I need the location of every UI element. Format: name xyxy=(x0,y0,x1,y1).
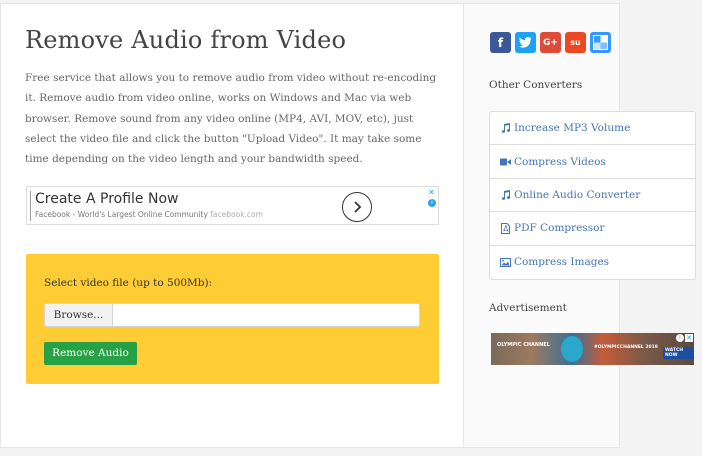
banner-hashtag: #OLYMPICCHANNEL 2018 xyxy=(594,345,658,350)
converter-link-online-audio-converter[interactable]: Online Audio Converter xyxy=(490,179,695,213)
delicious-icon[interactable] xyxy=(590,32,611,53)
converter-label: Online Audio Converter xyxy=(514,188,641,201)
banner-cta[interactable]: WATCH NOW xyxy=(663,347,694,359)
ad-headline[interactable]: Create A Profile Now xyxy=(35,191,178,207)
banner-ad[interactable]: OLYMPIC CHANNEL #OLYMPICCHANNEL 2018 WAT… xyxy=(491,333,694,365)
ad-close-icon[interactable]: ✕ xyxy=(427,188,436,197)
upload-panel: Select video file (up to 500Mb): Browse.… xyxy=(26,254,439,384)
music-icon xyxy=(500,189,511,200)
page-title: Remove Audio from Video xyxy=(25,26,347,54)
banner-brand: OLYMPIC CHANNEL xyxy=(497,342,550,348)
ad-divider xyxy=(30,191,31,221)
browse-button[interactable]: Browse... xyxy=(45,304,113,326)
social-share-bar: f G+ su xyxy=(490,32,615,53)
converter-label: Compress Images xyxy=(514,256,610,269)
converters-list: Increase MP3 Volume Compress Videos Onli… xyxy=(489,111,696,280)
ad-info-icon[interactable]: i xyxy=(428,199,436,207)
ad-arrow-button[interactable] xyxy=(342,192,372,222)
banner-info-icon[interactable]: i xyxy=(676,334,684,342)
converter-link-compress-videos[interactable]: Compress Videos xyxy=(490,145,695,179)
twitter-bird-glyph xyxy=(519,37,532,48)
google-plus-icon[interactable]: G+ xyxy=(540,32,561,53)
ad-domain: facebook.com xyxy=(210,210,263,219)
converter-label: PDF Compressor xyxy=(514,222,605,235)
music-icon xyxy=(500,123,511,134)
converter-link-pdf-compressor[interactable]: PDF Compressor xyxy=(490,212,695,246)
text-ad[interactable]: Create A Profile Now Facebook - World's … xyxy=(26,186,439,225)
stumbleupon-icon[interactable]: su xyxy=(565,32,586,53)
delicious-squares-glyph xyxy=(593,35,608,50)
video-icon xyxy=(500,156,511,167)
upload-label: Select video file (up to 500Mb): xyxy=(44,277,213,289)
advertisement-heading: Advertisement xyxy=(489,302,567,314)
remove-audio-button[interactable]: Remove Audio xyxy=(44,342,137,365)
image-icon xyxy=(500,257,511,268)
converter-label: Compress Videos xyxy=(514,155,606,168)
file-input[interactable]: Browse... xyxy=(44,303,420,327)
banner-close-icon[interactable]: ✕ xyxy=(685,334,693,342)
banner-badge xyxy=(561,336,583,362)
ad-subtitle: Facebook - World's Largest Online Commun… xyxy=(35,210,263,219)
other-converters-heading: Other Converters xyxy=(489,79,583,91)
chevron-right-icon xyxy=(354,201,362,213)
twitter-icon[interactable] xyxy=(515,32,536,53)
converter-label: Increase MP3 Volume xyxy=(514,122,631,135)
file-pdf-icon xyxy=(500,222,511,234)
converter-link-increase-mp3-volume[interactable]: Increase MP3 Volume xyxy=(490,112,695,146)
ad-sub-text: Facebook - World's Largest Online Commun… xyxy=(35,210,208,219)
facebook-icon[interactable]: f xyxy=(490,32,511,53)
page-description: Free service that allows you to remove a… xyxy=(25,72,437,166)
converter-link-compress-images[interactable]: Compress Images xyxy=(490,246,695,279)
